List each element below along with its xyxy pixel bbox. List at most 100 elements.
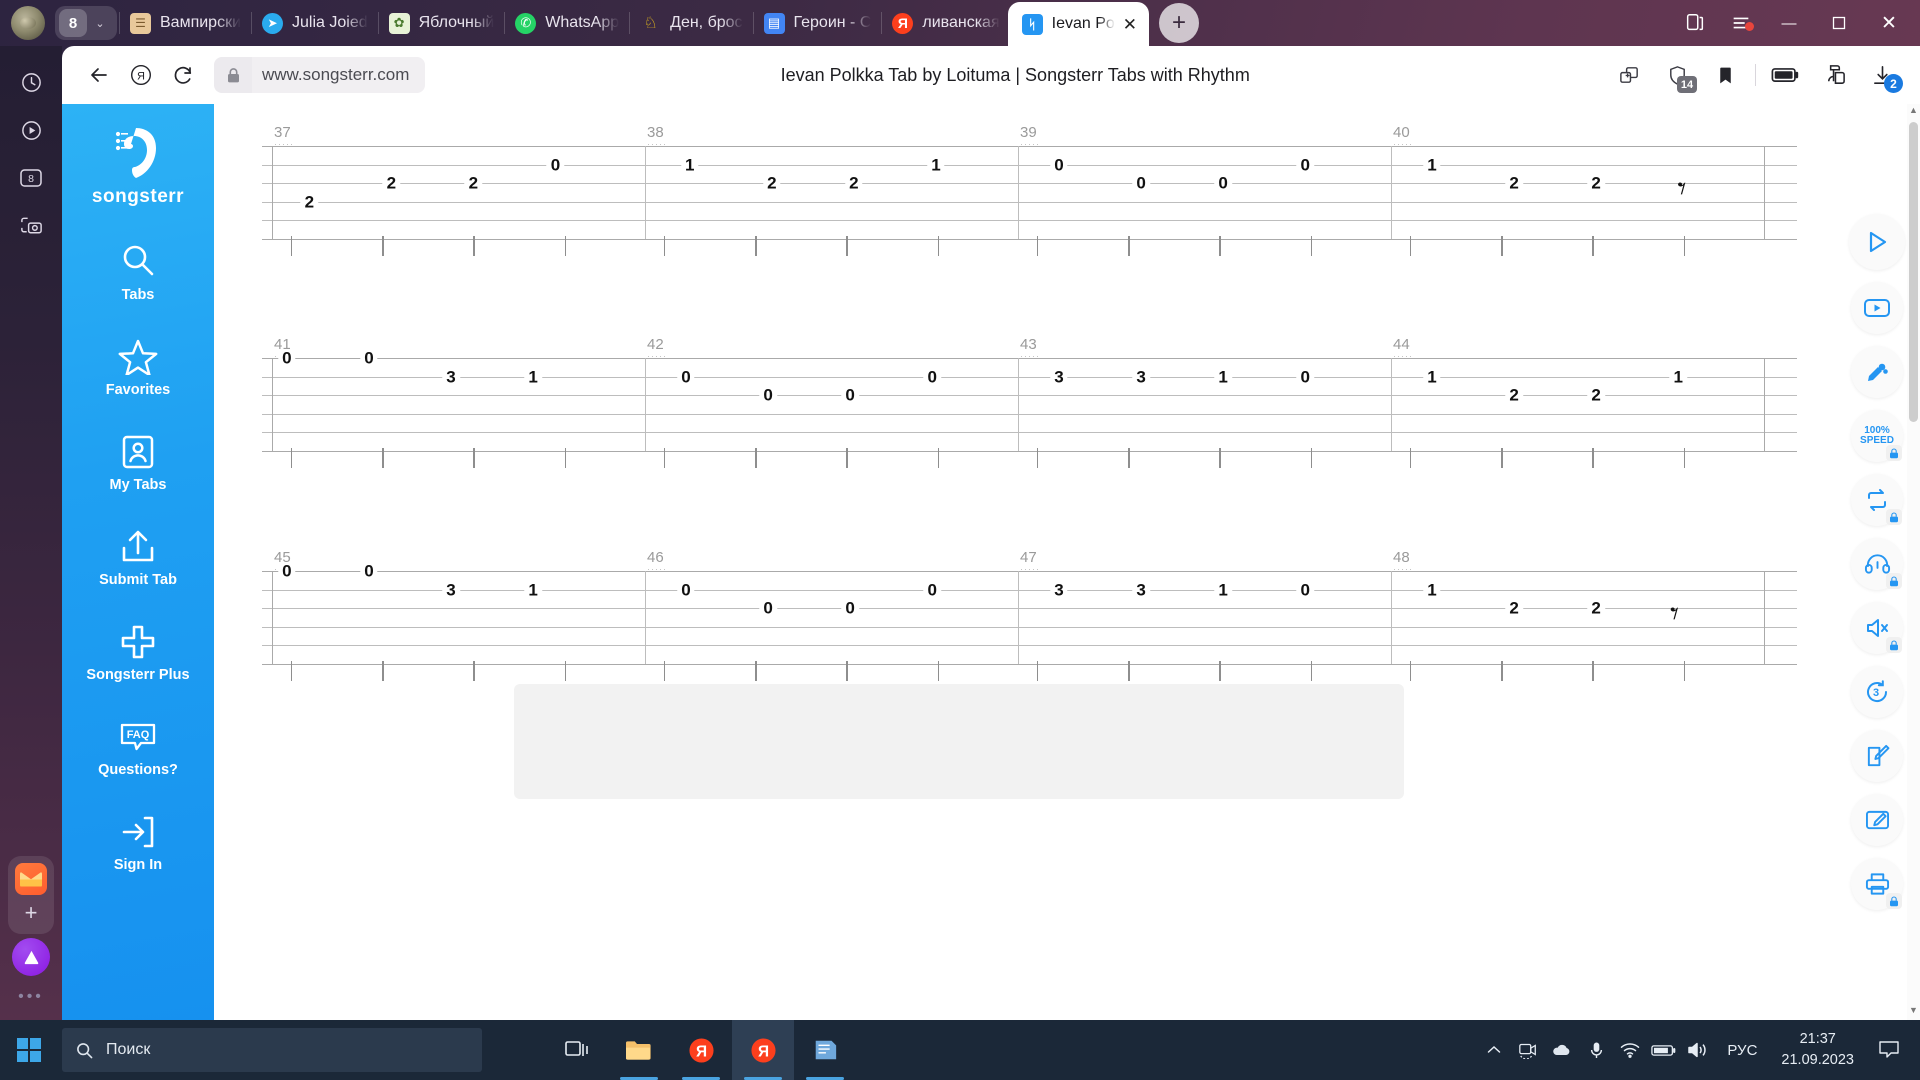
notes-button[interactable] <box>1851 730 1903 782</box>
tab-whatsapp[interactable]: ✆ WhatsApp <box>507 0 627 46</box>
tab-geroin-docs[interactable]: ▤ Героин - С <box>756 0 880 46</box>
sidebar-item-songsterr-plus[interactable]: Songsterr Plus <box>62 618 214 683</box>
sidebar-item-sign-in[interactable]: Sign In <box>62 808 214 873</box>
tab-note[interactable]: 0 <box>841 386 859 404</box>
tab-note[interactable]: 0 <box>677 581 695 598</box>
play-button[interactable] <box>1849 214 1905 270</box>
notification-icon[interactable] <box>1866 1020 1912 1080</box>
sidebar-item-submit-tab[interactable]: Submit Tab <box>62 523 214 588</box>
file-explorer-icon[interactable] <box>608 1020 670 1080</box>
screenshot-icon[interactable] <box>9 202 53 250</box>
tab-note[interactable]: 1 <box>1214 581 1232 598</box>
tab-note[interactable]: 3 <box>1132 368 1150 385</box>
yandex-home-button[interactable]: Я <box>120 54 162 96</box>
tab-note[interactable]: 2 <box>1505 174 1523 192</box>
address-bar[interactable]: www.songsterr.com <box>214 57 426 93</box>
tab-note[interactable]: 0 <box>759 599 777 617</box>
mail-app-icon[interactable] <box>15 863 47 895</box>
tab-note[interactable]: 2 <box>1587 599 1605 617</box>
camera-icon[interactable] <box>1511 1020 1545 1080</box>
tab-note[interactable]: 0 <box>1296 368 1314 385</box>
tab-note[interactable]: 1 <box>1423 581 1441 598</box>
tab-note[interactable]: 0 <box>1214 174 1232 192</box>
tab-note[interactable]: 0 <box>1296 156 1314 173</box>
close-window-button[interactable]: ✕ <box>1864 0 1914 46</box>
tab-note[interactable]: 2 <box>845 174 863 192</box>
tab-note[interactable]: 0 <box>360 562 378 580</box>
tab-note[interactable]: 2 <box>1505 599 1523 617</box>
tab-note[interactable]: 1 <box>1423 156 1441 173</box>
tab-vampirski[interactable]: ☰ Вампирски <box>122 0 249 46</box>
tab-note[interactable]: 0 <box>923 368 941 385</box>
tab-note[interactable]: 2 <box>1505 386 1523 404</box>
language-indicator[interactable]: РУС <box>1715 1042 1769 1059</box>
back-button[interactable] <box>78 54 120 96</box>
notepad-icon[interactable] <box>794 1020 856 1080</box>
tab-rest[interactable]: 𝄾 <box>1670 597 1679 631</box>
tab-note[interactable]: 0 <box>1050 156 1068 173</box>
scrollbar-thumb[interactable] <box>1909 122 1918 422</box>
tab-note[interactable]: 0 <box>841 599 859 617</box>
battery-saver-icon[interactable] <box>1762 53 1810 97</box>
tablature-sheet[interactable]: 37 ····· 2 2 2 0 38 ····· 1 2 2 1 39 ····· 0 0 0 0 40 ·····… <box>214 104 1862 1020</box>
edit-button[interactable] <box>1851 794 1903 846</box>
tab-note[interactable]: 1 <box>1423 368 1441 385</box>
session-selector[interactable]: 8 ⌄ <box>55 6 117 40</box>
video-button[interactable] <box>1851 282 1903 334</box>
tab-note[interactable]: 0 <box>759 386 777 404</box>
volume-icon[interactable] <box>1681 1020 1715 1080</box>
tab-note[interactable]: 0 <box>278 349 296 367</box>
tab-note[interactable]: 1 <box>524 368 542 385</box>
tab-note[interactable]: 3 <box>1132 581 1150 598</box>
countin-button[interactable]: 3 <box>1851 666 1903 718</box>
onedrive-icon[interactable] <box>1545 1020 1579 1080</box>
tab-note[interactable]: 1 <box>681 156 699 173</box>
tab-note[interactable]: 0 <box>546 156 565 173</box>
add-app-button[interactable]: + <box>15 899 47 927</box>
lock-icon[interactable] <box>214 57 252 93</box>
tab-note[interactable]: 0 <box>1296 581 1314 598</box>
yandex-browser-icon-active[interactable]: Я <box>732 1020 794 1080</box>
tab-note[interactable]: 3 <box>1050 368 1068 385</box>
avatar[interactable] <box>11 6 45 40</box>
sidebar-item-tabs[interactable]: Tabs <box>62 238 214 303</box>
tab-note[interactable]: 1 <box>524 581 542 598</box>
minimize-button[interactable]: — <box>1764 0 1814 46</box>
tab-note[interactable]: 0 <box>677 368 695 385</box>
metronome-headphones-button[interactable] <box>1851 538 1903 590</box>
player-icon[interactable] <box>9 106 53 154</box>
tab-note[interactable]: 2 <box>464 174 483 192</box>
microphone-icon[interactable] <box>1579 1020 1613 1080</box>
start-button[interactable] <box>0 1020 58 1080</box>
shield-adblock-icon[interactable]: 14 <box>1653 53 1701 97</box>
chevron-down-icon[interactable]: ⌄ <box>87 17 113 30</box>
browser-menu-icon[interactable] <box>1718 12 1764 34</box>
print-button[interactable] <box>1851 858 1903 910</box>
battery-icon[interactable] <box>1647 1020 1681 1080</box>
tab-note[interactable]: 1 <box>927 156 945 173</box>
tab-active-ievan-polkka[interactable]: ᛋ Ievan Po ✕ <box>1007 2 1150 46</box>
split-screen-icon[interactable] <box>1605 53 1653 97</box>
scroll-down-arrow[interactable]: ▼ <box>1907 1005 1920 1019</box>
tab-note[interactable]: 0 <box>278 562 296 580</box>
tray-overflow-icon[interactable] <box>1477 1020 1511 1080</box>
tab-julia-joied[interactable]: ➤ Julia Joied <box>254 0 376 46</box>
speed-button[interactable]: 100% SPEED <box>1851 410 1903 462</box>
tab-note[interactable]: 0 <box>360 349 378 367</box>
tab-note[interactable]: 3 <box>442 368 460 385</box>
taskbar-search[interactable]: Поиск <box>62 1028 482 1072</box>
tab-note[interactable]: 3 <box>442 581 460 598</box>
sidebar-item-favorites[interactable]: Favorites <box>62 333 214 398</box>
tab-rest[interactable]: 𝄾 <box>1677 172 1686 206</box>
bookmark-icon[interactable] <box>1701 53 1749 97</box>
tab-yablochniy[interactable]: ✿ Яблочный <box>381 0 503 46</box>
reload-button[interactable] <box>162 54 204 96</box>
sidebar-item-my-tabs[interactable]: My Tabs <box>62 428 214 493</box>
clock[interactable]: 21:37 21.09.2023 <box>1769 1029 1866 1071</box>
tab-note[interactable]: 2 <box>382 174 401 192</box>
songsterr-logo[interactable]: songsterr <box>92 124 184 208</box>
tab-note[interactable]: 0 <box>923 581 941 598</box>
mixer-button[interactable] <box>1851 346 1903 398</box>
task-view-icon[interactable] <box>546 1020 608 1080</box>
tab-note[interactable]: 3 <box>1050 581 1068 598</box>
